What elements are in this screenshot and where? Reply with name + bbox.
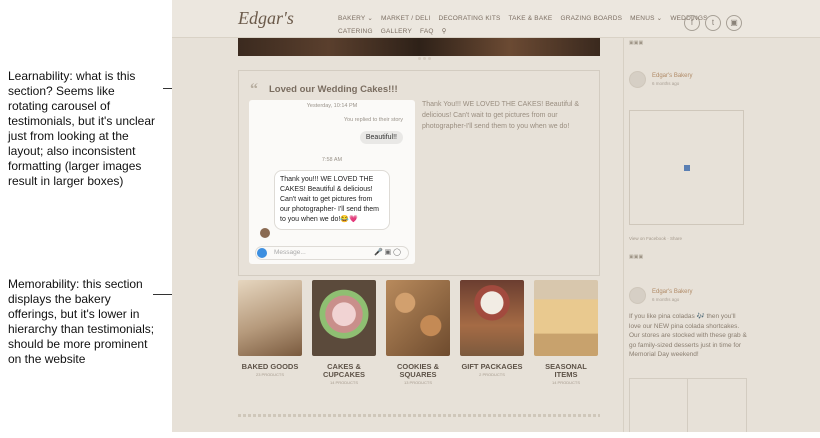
post-time: 6 months ago — [652, 81, 680, 86]
nav-grazing-boards[interactable]: GRAZING BOARDS — [560, 15, 622, 22]
product-category-card[interactable]: CAKES & CUPCAKES 14 PRODUCTS — [312, 280, 376, 385]
product-count: 13 PRODUCTS — [403, 380, 432, 385]
screenshot: Learnability: what is this section? Seem… — [0, 0, 820, 438]
product-category-name[interactable]: BAKED GOODS — [238, 363, 302, 371]
product-category-name[interactable]: SEASONAL ITEMS — [534, 363, 598, 379]
product-count: 23 PRODUCTS — [255, 372, 284, 377]
nav-market-deli[interactable]: MARKET / DELI — [381, 15, 430, 22]
nav-decorating-kits[interactable]: DECORATING KITS — [438, 15, 500, 22]
product-count: 14 PRODUCTS — [329, 380, 358, 385]
avatar — [629, 287, 646, 304]
site-logo[interactable]: Edgar's — [238, 8, 294, 29]
avatar — [260, 228, 270, 238]
product-count: 2 PRODUCTS — [479, 372, 505, 377]
product-image[interactable] — [238, 280, 302, 356]
product-image[interactable] — [534, 280, 598, 356]
annotation-memorability: Memorability: this section displays the … — [8, 277, 155, 366]
product-category-card[interactable]: GIFT PACKAGES 2 PRODUCTS — [460, 280, 524, 377]
chat-timestamp: Yesterday, 10:14 PM — [306, 103, 358, 109]
post-author[interactable]: Edgar's Bakery — [652, 289, 693, 295]
post-text: If you like pina coladas 🎶 then you'll l… — [629, 313, 747, 358]
primary-nav: BAKERY ⌄ MARKET / DELI DECORATING KITS T… — [338, 14, 714, 22]
testimonial-title: Loved our Wedding Cakes!!! — [269, 84, 398, 95]
product-category-name[interactable]: GIFT PACKAGES — [460, 363, 524, 371]
chat-timestamp: 7:58 AM — [321, 157, 343, 163]
section-divider — [238, 414, 600, 417]
product-category-card[interactable]: BAKED GOODS 23 PRODUCTS — [238, 280, 302, 377]
product-category-name[interactable]: COOKIES & SQUARES — [386, 363, 450, 379]
nav-bakery[interactable]: BAKERY ⌄ — [338, 15, 373, 22]
testimonial-section: “ Loved our Wedding Cakes!!! Yesterday, … — [238, 70, 600, 276]
testimonial-text: Thank You!!! WE LOVED THE CAKES! Beautif… — [422, 101, 580, 130]
post-author[interactable]: Edgar's Bakery — [652, 73, 693, 79]
message-action-icons: 🎤 ▣ ◯ — [373, 249, 401, 256]
nav-catering[interactable]: CATERING — [338, 28, 373, 35]
reaction-buttons[interactable]: ▣▣▣ — [629, 40, 643, 46]
nav-gallery[interactable]: GALLERY — [381, 28, 412, 35]
post-time: 6 months ago — [652, 297, 680, 302]
testimonial-chat-screenshot: Yesterday, 10:14 PM You replied to their… — [249, 100, 415, 264]
reaction-buttons[interactable]: ▣▣▣ — [629, 254, 643, 260]
nav-faq[interactable]: FAQ — [420, 28, 434, 35]
nav-take-bake[interactable]: TAKE & BAKE — [508, 15, 552, 22]
instagram-icon[interactable]: ▣ — [726, 15, 742, 31]
quote-icon: “ — [250, 81, 258, 98]
camera-icon — [257, 248, 267, 258]
carousel-dots[interactable] — [418, 47, 442, 60]
avatar — [629, 71, 646, 88]
view-on-facebook-link[interactable]: View on Facebook · Share — [629, 236, 682, 241]
chat-replied-note: You replied to their story — [343, 117, 403, 123]
post-media-embed[interactable] — [629, 378, 747, 432]
product-category-card[interactable]: COOKIES & SQUARES 13 PRODUCTS — [386, 280, 450, 385]
chat-bubble: Thank you!!! WE LOVED THE CAKES! Beautif… — [274, 170, 390, 230]
annotation-learnability: Learnability: what is this section? Seem… — [8, 69, 156, 188]
chat-bubble: Beautiful!! — [359, 131, 403, 144]
site-header: Edgar's BAKERY ⌄ MARKET / DELI DECORATIN… — [172, 0, 820, 38]
facebook-feed-sidebar: ▣▣▣ Edgar's Bakery 6 months ago View on … — [623, 38, 749, 432]
search-icon[interactable]: ⚲ — [442, 28, 447, 35]
nav-menus[interactable]: MENUS ⌄ — [630, 15, 662, 22]
product-count: 14 PRODUCTS — [551, 380, 580, 385]
facebook-icon[interactable]: f — [684, 15, 700, 31]
product-image[interactable] — [386, 280, 450, 356]
product-image[interactable] — [312, 280, 376, 356]
post-media-embed[interactable] — [629, 110, 744, 225]
twitter-icon[interactable]: t — [705, 15, 721, 31]
product-category-name[interactable]: CAKES & CUPCAKES — [312, 363, 376, 379]
product-image[interactable] — [460, 280, 524, 356]
website-screenshot: Edgar's BAKERY ⌄ MARKET / DELI DECORATIN… — [172, 0, 820, 432]
product-category-card[interactable]: SEASONAL ITEMS 14 PRODUCTS — [534, 280, 598, 385]
secondary-nav: CATERING GALLERY FAQ ⚲ — [338, 27, 453, 35]
